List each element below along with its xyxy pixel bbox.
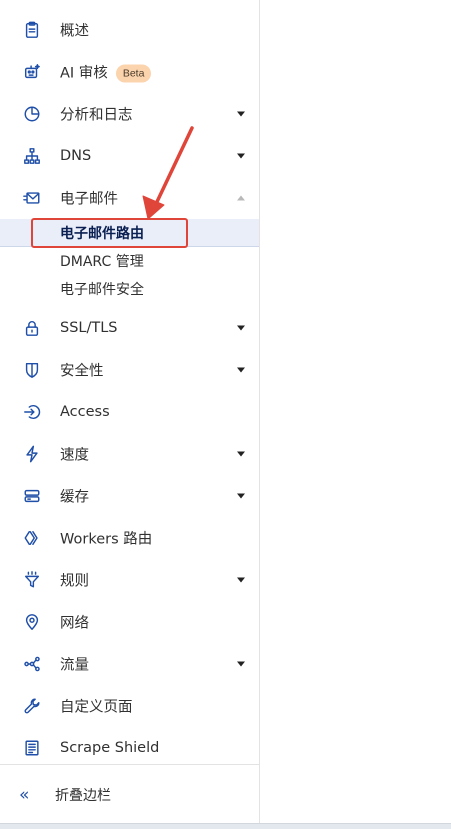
sidebar-subitem-email-security[interactable]: 电子邮件安全 bbox=[0, 275, 259, 303]
workers-icon bbox=[22, 528, 42, 548]
collapse-sidebar-button[interactable]: « 折叠边栏 bbox=[0, 775, 259, 815]
chevron-down-icon[interactable] bbox=[237, 493, 245, 499]
sidebar-item-label: 概述 bbox=[60, 23, 89, 40]
sidebar-subitem-label: DMARC 管理 bbox=[60, 254, 144, 270]
sidebar-subitem-dmarc[interactable]: DMARC 管理 bbox=[0, 247, 259, 275]
sidebar-item-label: 安全性 bbox=[60, 363, 104, 380]
main-content bbox=[261, 0, 451, 829]
sidebar-item-label: AI 审核 bbox=[60, 65, 108, 82]
pie-chart-icon bbox=[22, 104, 42, 124]
sidebar-item-analytics[interactable]: 分析和日志 bbox=[0, 93, 259, 135]
robot-icon bbox=[22, 62, 42, 82]
location-pin-icon bbox=[22, 612, 42, 632]
sidebar-item-label: 规则 bbox=[60, 573, 89, 590]
sidebar-item-ai-review[interactable]: AI 审核 Beta bbox=[0, 51, 259, 93]
sidebar-item-ssl-tls[interactable]: SSL/TLS bbox=[0, 307, 259, 349]
chevron-down-icon[interactable] bbox=[237, 367, 245, 373]
sidebar-item-scrape-shield[interactable]: Scrape Shield bbox=[0, 727, 259, 769]
sidebar-subitem-label: 电子邮件安全 bbox=[60, 282, 144, 298]
chevron-down-icon[interactable] bbox=[237, 661, 245, 667]
chevron-up-icon[interactable] bbox=[237, 195, 245, 201]
shield-icon bbox=[22, 360, 42, 380]
sidebar-item-label-group: AI 审核 Beta bbox=[60, 62, 152, 83]
chevron-down-icon[interactable] bbox=[237, 577, 245, 583]
sidebar-item-label: Workers 路由 bbox=[60, 531, 153, 548]
chevron-down-icon[interactable] bbox=[237, 153, 245, 159]
sidebar-item-custom-pages[interactable]: 自定义页面 bbox=[0, 685, 259, 727]
sidebar-item-label: 速度 bbox=[60, 447, 89, 464]
sidebar-item-cache[interactable]: 缓存 bbox=[0, 475, 259, 517]
scrape-icon bbox=[22, 738, 42, 758]
sidebar-item-label: Scrape Shield bbox=[60, 740, 160, 756]
sidebar-item-label: 分析和日志 bbox=[60, 107, 133, 124]
lightning-icon bbox=[22, 444, 42, 464]
chevron-down-icon[interactable] bbox=[237, 111, 245, 117]
highlight-annotation-box bbox=[31, 218, 188, 248]
funnel-icon bbox=[22, 570, 42, 590]
sidebar-item-rules[interactable]: 规则 bbox=[0, 559, 259, 601]
sidebar-item-label: SSL/TLS bbox=[60, 320, 118, 336]
sidebar-item-speed[interactable]: 速度 bbox=[0, 433, 259, 475]
sidebar-item-security[interactable]: 安全性 bbox=[0, 349, 259, 391]
network-icon bbox=[22, 146, 42, 166]
sidebar-item-label: 缓存 bbox=[60, 489, 89, 506]
chevron-down-icon[interactable] bbox=[237, 325, 245, 331]
double-chevron-left-icon: « bbox=[19, 785, 30, 805]
sidebar-item-workers-routes[interactable]: Workers 路由 bbox=[0, 517, 259, 559]
sidebar-item-label: DNS bbox=[60, 148, 92, 164]
sidebar-item-traffic[interactable]: 流量 bbox=[0, 643, 259, 685]
wrench-icon bbox=[22, 696, 42, 716]
envelope-icon bbox=[22, 188, 42, 208]
traffic-icon bbox=[22, 654, 42, 674]
sidebar-item-access[interactable]: Access bbox=[0, 391, 259, 433]
server-icon bbox=[22, 486, 42, 506]
sidebar-divider bbox=[0, 764, 259, 765]
access-icon bbox=[22, 402, 42, 422]
sidebar-item-dns[interactable]: DNS bbox=[0, 135, 259, 177]
window-bottom-edge bbox=[0, 823, 451, 829]
sidebar-item-label: 电子邮件 bbox=[60, 191, 118, 208]
sidebar-item-email[interactable]: 电子邮件 bbox=[0, 177, 259, 219]
chevron-down-icon[interactable] bbox=[237, 451, 245, 457]
beta-badge: Beta bbox=[115, 64, 152, 83]
lock-icon bbox=[22, 318, 42, 338]
sidebar-item-network[interactable]: 网络 bbox=[0, 601, 259, 643]
sidebar-item-label: 流量 bbox=[60, 657, 89, 674]
sidebar-item-label: Access bbox=[60, 404, 110, 420]
document-icon bbox=[22, 20, 42, 40]
sidebar: 概述 AI 审核 Beta 分析和日志 DNS 电子邮件 电子邮件路由 DMARC… bbox=[0, 0, 260, 829]
sidebar-item-label: 自定义页面 bbox=[60, 699, 133, 716]
collapse-sidebar-label: 折叠边栏 bbox=[55, 788, 111, 804]
sidebar-item-overview[interactable]: 概述 bbox=[0, 9, 259, 51]
sidebar-item-label: 网络 bbox=[60, 615, 89, 632]
